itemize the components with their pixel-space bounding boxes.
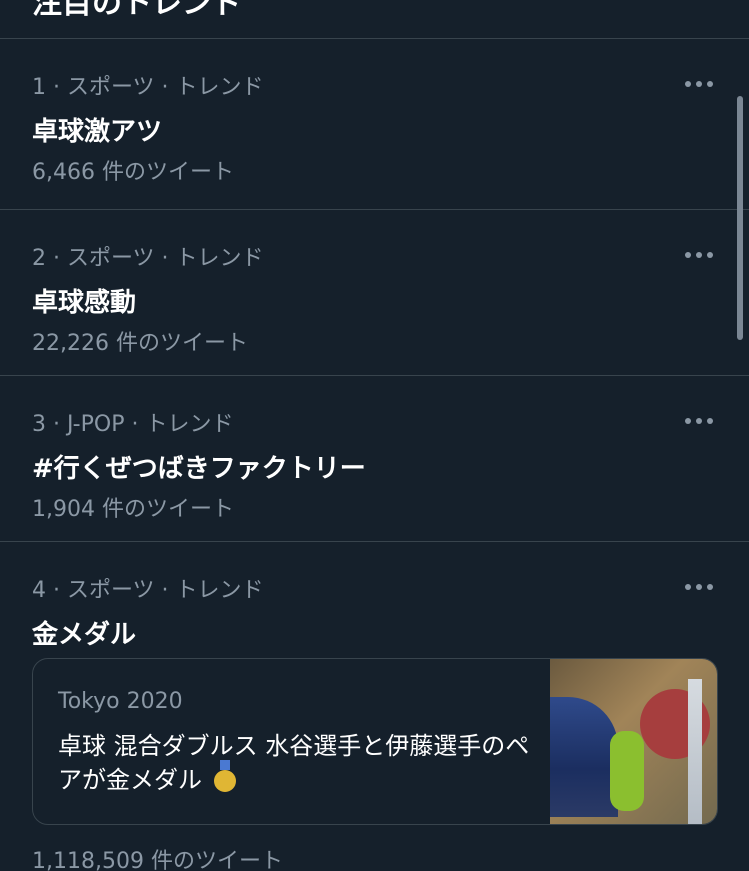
- trend-meta: 3 · J-POP · トレンド: [32, 412, 234, 437]
- trend-meta: 2 · スポーツ · トレンド: [32, 246, 264, 271]
- card-text: 卓球 混合ダブルス 水谷選手と伊藤選手のペアが金メダル: [58, 729, 538, 797]
- trend-meta: 1 · スポーツ · トレンド: [32, 75, 264, 100]
- trend-meta: 4 · スポーツ · トレンド: [32, 578, 264, 603]
- player-artwork: [610, 731, 644, 811]
- more-icon-dot: [707, 81, 713, 87]
- more-icon[interactable]: [684, 584, 716, 592]
- more-icon-dot: [696, 418, 702, 424]
- tweet-count: 22,226 件のツイート: [32, 331, 248, 356]
- tweet-count: 1,118,509 件のツイート: [32, 849, 283, 871]
- medal-icon: [213, 760, 236, 792]
- page-header: 注目のトレンド: [0, 0, 749, 39]
- card-thumbnail[interactable]: [550, 659, 717, 824]
- more-icon-dot: [696, 81, 702, 87]
- more-icon-dot: [707, 418, 713, 424]
- trend-title[interactable]: #行くぜつばきファクトリー: [32, 448, 366, 485]
- trend-title[interactable]: 卓球感動: [32, 282, 136, 319]
- more-icon-dot: [707, 252, 713, 258]
- page-title: 注目のトレンド: [32, 0, 242, 21]
- card-source: Tokyo 2020: [58, 689, 183, 714]
- tower-artwork: [688, 679, 702, 824]
- wave-artwork: [550, 697, 618, 817]
- more-icon-dot: [696, 252, 702, 258]
- card-headline: 卓球 混合ダブルス 水谷選手と伊藤選手のペアが金メダル: [58, 732, 530, 794]
- trend-item[interactable]: 2 · スポーツ · トレンド 卓球感動 22,226 件のツイート: [0, 210, 749, 376]
- trend-item[interactable]: 3 · J-POP · トレンド #行くぜつばきファクトリー 1,904 件のツ…: [0, 376, 749, 542]
- tweet-count: 1,904 件のツイート: [32, 497, 234, 522]
- trend-title[interactable]: 卓球激アツ: [32, 111, 162, 148]
- trend-item[interactable]: 1 · スポーツ · トレンド 卓球激アツ 6,466 件のツイート: [0, 39, 749, 210]
- more-icon-dot: [685, 418, 691, 424]
- trend-title[interactable]: 金メダル: [32, 614, 136, 651]
- tweet-count: 6,466 件のツイート: [32, 160, 234, 185]
- more-icon-dot: [707, 584, 713, 590]
- more-icon[interactable]: [684, 252, 716, 260]
- more-icon-dot: [685, 584, 691, 590]
- news-card[interactable]: Tokyo 2020 卓球 混合ダブルス 水谷選手と伊藤選手のペアが金メダル: [32, 658, 718, 825]
- more-icon-dot: [696, 584, 702, 590]
- more-icon[interactable]: [684, 418, 716, 426]
- more-icon[interactable]: [684, 81, 716, 89]
- more-icon-dot: [685, 252, 691, 258]
- more-icon-dot: [685, 81, 691, 87]
- scrollbar[interactable]: [737, 96, 743, 340]
- trends-page: 注目のトレンド 1 · スポーツ · トレンド 卓球激アツ 6,466 件のツイ…: [0, 0, 749, 871]
- trend-item[interactable]: 4 · スポーツ · トレンド 金メダル Tokyo 2020 卓球 混合ダブル…: [0, 542, 749, 871]
